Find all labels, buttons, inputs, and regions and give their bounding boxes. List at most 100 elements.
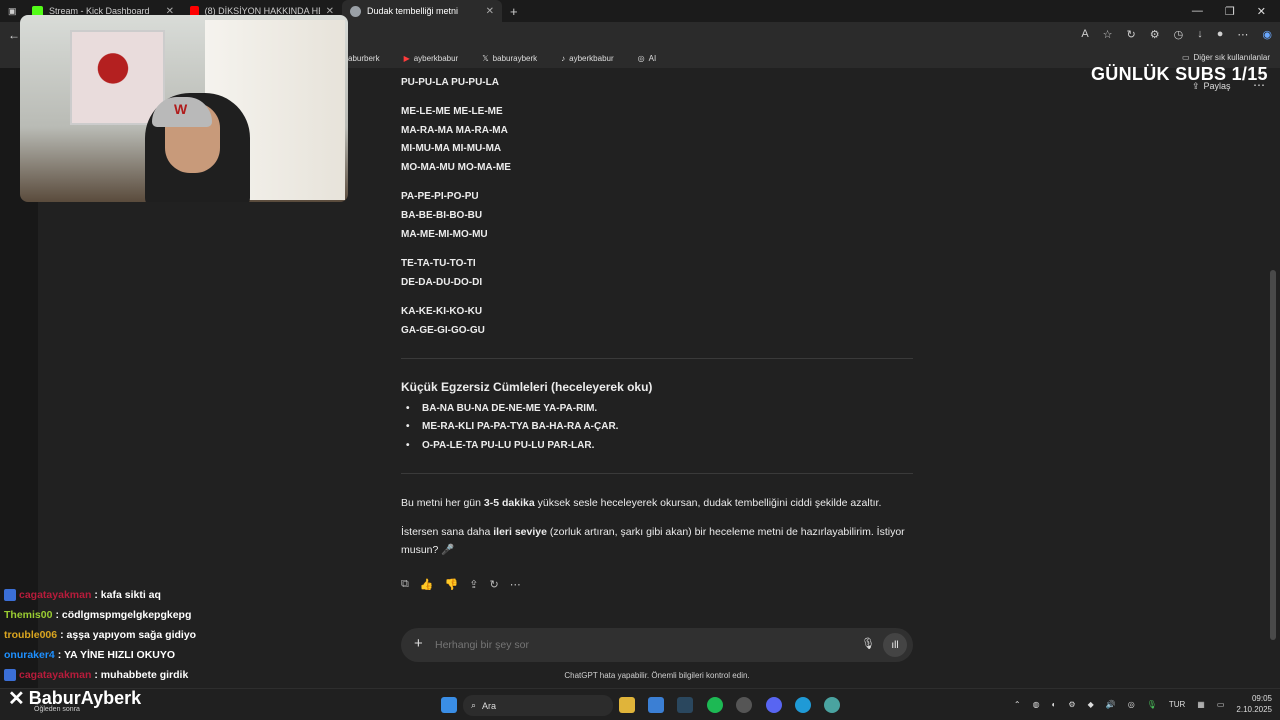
- share-icon[interactable]: ⇪: [469, 578, 478, 591]
- search-icon: ⌕: [471, 700, 477, 710]
- spotify-icon[interactable]: [707, 697, 723, 713]
- ai-icon: ◎: [637, 54, 645, 63]
- bookmark-item[interactable]: ▶ ayberkbabur: [404, 54, 459, 63]
- paragraph: İstersen sana daha ileri seviye (zorluk …: [401, 523, 913, 559]
- bookmark-label: ayberkbabur: [413, 54, 459, 63]
- tray-app-icon[interactable]: ◐: [1052, 700, 1057, 709]
- section-heading: Küçük Egzersiz Cümleleri (heceleyerek ok…: [401, 380, 653, 394]
- steam-tray-icon[interactable]: ◆: [1088, 700, 1094, 709]
- syllable-line: PU-PU-LA PU-PU-LA: [401, 77, 499, 88]
- chat-message: trouble006 : aşşa yapıyom sağa gidiyo: [4, 625, 384, 645]
- tray-app-icon[interactable]: ◎: [1128, 700, 1135, 709]
- windows-taskbar: ⌕ Ara ⌃ ◍ ◐ ⚙ ◆ 🔊 ◎ 🎙 TUR ▦ ▭ 09:05 2.10…: [0, 688, 1280, 720]
- syllable-line: MI-MU-MA MI-MU-MA: [401, 143, 502, 154]
- clock[interactable]: 09:05 2.10.2025: [1236, 693, 1272, 715]
- minimize-icon[interactable]: —: [1192, 5, 1203, 18]
- back-icon[interactable]: ←: [8, 28, 20, 42]
- syllable-line: DE-DA-DU-DO-DI: [401, 277, 483, 288]
- chat-text: : cödlgmspmgelgkepgkepg: [55, 609, 192, 621]
- store-icon[interactable]: [648, 697, 664, 713]
- star-icon[interactable]: ☆: [1103, 28, 1113, 41]
- chat-text: : aşşa yapıyom sağa gidiyo: [60, 629, 197, 641]
- bookmark-item[interactable]: 𝕏baburayberk: [482, 54, 537, 63]
- chat-message: Themis00 : cödlgmspmgelgkepgkepg: [4, 605, 384, 625]
- copilot-icon[interactable]: ◉: [1262, 28, 1272, 41]
- mic-icon[interactable]: 🎙: [861, 637, 875, 650]
- bookmark-item[interactable]: ♪ ayberkbabur: [561, 54, 613, 63]
- syllable-line: BA-BE-BI-BO-BU: [401, 210, 483, 221]
- bookmark-item[interactable]: ◎ AI: [638, 54, 657, 63]
- bookmark-label: AI: [648, 54, 657, 63]
- scrollbar[interactable]: [1270, 270, 1276, 640]
- tray-app-icon[interactable]: ⚙: [1068, 700, 1075, 709]
- date: 2.10.2025: [1236, 705, 1272, 714]
- tab-chatgpt[interactable]: Dudak tembelliği metni ✕: [342, 0, 502, 22]
- app-icon[interactable]: [736, 697, 752, 713]
- syllable-line: PA-PE-PI-PO-PU: [401, 191, 479, 202]
- chat-text: : YA YİNE HIZLI OKUYO: [57, 649, 176, 661]
- copy-icon[interactable]: ⧉: [401, 578, 409, 591]
- time: 09:05: [1251, 694, 1272, 703]
- composer: + 🎙 ıll: [401, 628, 913, 662]
- subs-counter: GÜNLÜK SUBS 1/15: [1091, 64, 1268, 84]
- bookmark-item[interactable]: aburberk: [348, 54, 380, 63]
- volume-icon[interactable]: 🔊: [1106, 700, 1116, 709]
- chat-user: Themis00: [4, 609, 53, 621]
- chat-user: onuraker4: [4, 649, 55, 661]
- battery-icon[interactable]: ▭: [1217, 700, 1225, 709]
- chat-user: cagatayakman: [19, 669, 92, 681]
- new-tab-button[interactable]: +: [502, 0, 524, 22]
- syllable-line: MO-MA-MU MO-MA-ME: [401, 162, 511, 173]
- list-item-text: O-PA-LE-TA PU-LU PU-LU PAR-LAR.: [422, 440, 595, 451]
- chat-text: : kafa sikti aq: [94, 589, 161, 601]
- thumbs-down-icon[interactable]: 👎: [445, 578, 459, 591]
- tray-app-icon[interactable]: ◍: [1033, 700, 1040, 709]
- syllable-line: ME-LE-ME ME-LE-ME: [401, 106, 503, 117]
- profile-icon[interactable]: ●: [1217, 28, 1224, 41]
- edge-icon[interactable]: [795, 697, 811, 713]
- cap-logo-icon: W: [174, 101, 188, 117]
- language-indicator[interactable]: TUR: [1169, 700, 1185, 709]
- close-icon[interactable]: ✕: [486, 6, 494, 17]
- plus-icon[interactable]: +: [414, 635, 423, 652]
- file-explorer-icon[interactable]: [619, 697, 635, 713]
- more-icon[interactable]: ⋯: [510, 578, 521, 591]
- chat-message: onuraker4 : YA YİNE HIZLI OKUYO: [4, 645, 384, 665]
- badge-icon: [4, 669, 16, 681]
- chatgpt-app-icon[interactable]: [824, 697, 840, 713]
- close-window-icon[interactable]: ✕: [1257, 5, 1266, 18]
- list-item: BA-NA BU-NA DE-NE-ME YA-PA-RIM.: [406, 403, 597, 414]
- network-icon[interactable]: ▦: [1197, 700, 1205, 709]
- voice-mode-icon[interactable]: ıll: [883, 633, 907, 657]
- menu-icon[interactable]: ⋯: [1237, 28, 1248, 41]
- mic-tray-icon[interactable]: 🎙: [1147, 700, 1157, 709]
- paragraph: Bu metni her gün 3-5 dakika yüksek sesle…: [401, 494, 913, 512]
- prompt-input[interactable]: [435, 637, 835, 653]
- para-bold: 3-5 dakika: [483, 497, 535, 509]
- chat-message: cagatayakman : muhabbete girdik: [4, 665, 384, 685]
- discord-icon[interactable]: [766, 697, 782, 713]
- chevron-up-icon[interactable]: ⌃: [1014, 700, 1021, 709]
- syllable-line: MA-ME-MI-MO-MU: [401, 229, 488, 240]
- chat-user: trouble006: [4, 629, 58, 641]
- tab-label: Dudak tembelliği metni: [367, 6, 459, 16]
- webcam-painting: [70, 30, 165, 125]
- windows-start-icon[interactable]: [441, 697, 457, 713]
- extensions-icon[interactable]: ⚙: [1150, 28, 1160, 41]
- history-icon[interactable]: ◷: [1174, 28, 1184, 41]
- para-text: yüksek sesle heceleyerek okursan, dudak …: [534, 497, 882, 509]
- other-bookmarks[interactable]: ▭ Diğer sık kullanılanlar: [1182, 53, 1270, 62]
- x-logo-icon: ✕: [8, 688, 25, 710]
- message-actions: ⧉ 👍 👎 ⇪ ↻ ⋯: [401, 578, 521, 591]
- read-aloud-icon[interactable]: A: [1081, 28, 1088, 41]
- thumbs-up-icon[interactable]: 👍: [420, 578, 434, 591]
- download-icon[interactable]: ↓: [1197, 28, 1203, 41]
- list-item-text: ME-RA-KLI PA-PA-TYA BA-HA-RA A-ÇAR.: [422, 421, 619, 432]
- disclaimer: ChatGPT hata yapabilir. Önemli bilgileri…: [564, 671, 750, 680]
- other-bookmarks-label: Diğer sık kullanılanlar: [1193, 53, 1270, 62]
- maximize-icon[interactable]: ❐: [1225, 5, 1235, 18]
- steam-icon[interactable]: [677, 697, 693, 713]
- taskbar-search[interactable]: ⌕ Ara: [463, 695, 613, 716]
- refresh-icon[interactable]: ↻: [1127, 28, 1136, 41]
- regenerate-icon[interactable]: ↻: [489, 578, 498, 591]
